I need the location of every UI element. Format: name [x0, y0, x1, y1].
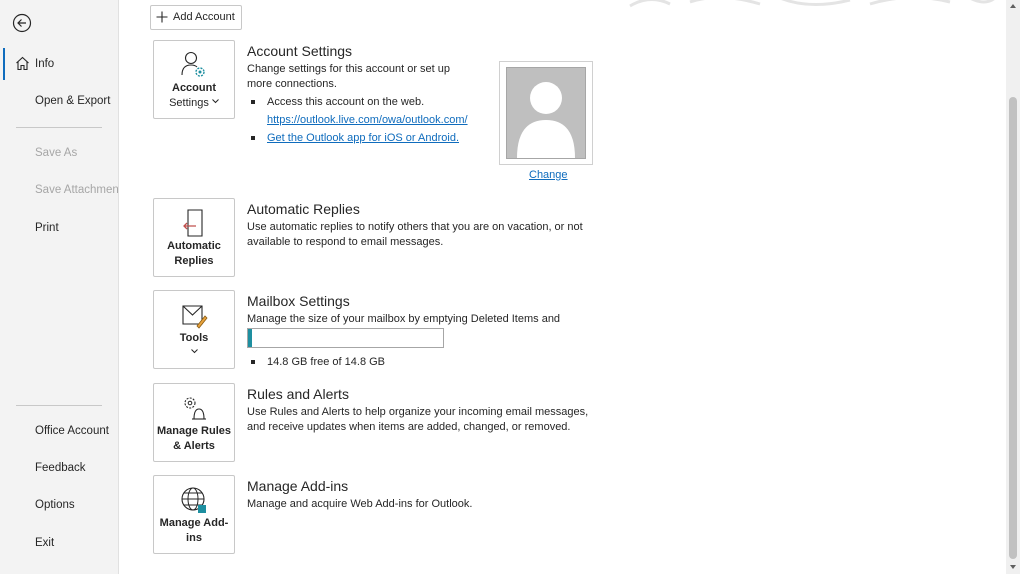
section-title: Rules and Alerts	[247, 386, 349, 402]
sidebar-item-label: Options	[35, 499, 75, 511]
background-decoration	[629, 0, 995, 8]
sidebar-item-feedback[interactable]: Feedback	[0, 454, 118, 484]
chevron-down-icon	[190, 349, 198, 354]
chevron-down-icon	[212, 99, 219, 104]
plus-icon	[156, 11, 168, 23]
tile-label: Automatic	[167, 240, 221, 252]
home-icon	[16, 56, 29, 71]
mailbox-usage-fill	[248, 329, 252, 347]
person-icon	[506, 67, 586, 159]
sidebar-item-label: Open & Export	[35, 95, 111, 107]
rules-alerts-icon	[184, 397, 206, 420]
globe-addins-icon	[181, 487, 206, 513]
manage-addins-button[interactable]: Manage Add- ins	[153, 475, 235, 554]
tile-label: ins	[186, 532, 202, 544]
automatic-replies-button[interactable]: Automatic Replies	[153, 198, 235, 277]
outlook-app-link[interactable]: Get the Outlook app for iOS or Android.	[267, 132, 459, 144]
section-description: Manage and acquire Web Add-ins for Outlo…	[247, 498, 473, 510]
sidebar-item-label: Print	[35, 222, 59, 234]
sidebar-item-label: Feedback	[35, 462, 86, 474]
section-title: Manage Add-ins	[247, 478, 349, 494]
account-settings-button[interactable]: Account Settings	[153, 40, 235, 119]
change-photo-link[interactable]: Change	[529, 169, 568, 181]
tools-icon	[182, 305, 208, 329]
add-account-button[interactable]: Add Account	[150, 5, 242, 30]
rules-alerts-section: Rules and Alerts Use Rules and Alerts to…	[247, 385, 597, 435]
tile-label: Manage Rules	[157, 425, 231, 437]
scroll-up-icon[interactable]	[1009, 2, 1017, 10]
tile-label-dropdown: Settings	[154, 96, 234, 111]
outlook-web-link[interactable]: https://outlook.live.com/owa/outlook.com…	[267, 114, 468, 126]
sidebar-item-save-as: Save As	[0, 139, 118, 169]
tile-label: Account	[172, 82, 216, 94]
sidebar-item-office-account[interactable]: Office Account	[0, 417, 118, 447]
section-title: Automatic Replies	[247, 201, 360, 217]
sidebar-item-label: Info	[35, 58, 55, 70]
section-title: Mailbox Settings	[247, 293, 350, 309]
scroll-down-icon[interactable]	[1009, 563, 1017, 571]
tools-button[interactable]: Tools	[153, 290, 235, 369]
storage-text: 14.8 GB free of 14.8 GB	[247, 355, 385, 370]
sidebar-item-save-attachments: Save Attachments	[0, 176, 128, 206]
sidebar-item-exit[interactable]: Exit	[0, 529, 118, 559]
automatic-replies-section: Automatic Replies Use automatic replies …	[247, 200, 597, 250]
sidebar-item-label: Exit	[35, 537, 55, 549]
back-arrow-icon[interactable]	[12, 13, 32, 33]
account-settings-icon	[181, 51, 205, 77]
sidebar-item-print[interactable]: Print	[0, 214, 118, 244]
sidebar-item-label: Save Attachments	[35, 184, 128, 196]
tile-dropdown	[154, 344, 234, 359]
sidebar-item-open-export[interactable]: Open & Export	[0, 87, 118, 117]
automatic-replies-icon	[183, 209, 203, 237]
sidebar-item-label: Office Account	[35, 425, 109, 437]
active-indicator	[3, 48, 5, 80]
sidebar-item-options[interactable]: Options	[0, 491, 118, 521]
tile-label: Replies	[174, 255, 214, 267]
mailbox-usage-bar	[247, 328, 444, 348]
vertical-scrollbar[interactable]	[1006, 0, 1020, 574]
tile-label: Manage Add-	[159, 517, 229, 529]
backstage-sidebar: Info Open & Export Save As Save Attachme…	[0, 0, 128, 574]
add-account-label: Add Account	[173, 11, 235, 23]
manage-addins-section: Manage Add-ins Manage and acquire Web Ad…	[247, 477, 597, 512]
sidebar-divider	[16, 127, 102, 128]
sidebar-item-info[interactable]: Info	[0, 48, 118, 80]
tile-label: & Alerts	[173, 440, 215, 452]
manage-rules-alerts-button[interactable]: Manage Rules & Alerts	[153, 383, 235, 462]
section-title: Account Settings	[247, 43, 353, 59]
section-description: Use Rules and Alerts to help organize yo…	[247, 406, 589, 433]
sidebar-item-label: Save As	[35, 147, 78, 159]
section-description: Use automatic replies to notify others t…	[247, 221, 583, 248]
tile-label: Settings	[169, 97, 209, 109]
sidebar-divider	[16, 405, 102, 406]
profile-photo-frame	[499, 61, 593, 165]
section-description: Change settings for this account or set …	[247, 63, 451, 90]
scrollbar-thumb[interactable]	[1009, 97, 1017, 559]
